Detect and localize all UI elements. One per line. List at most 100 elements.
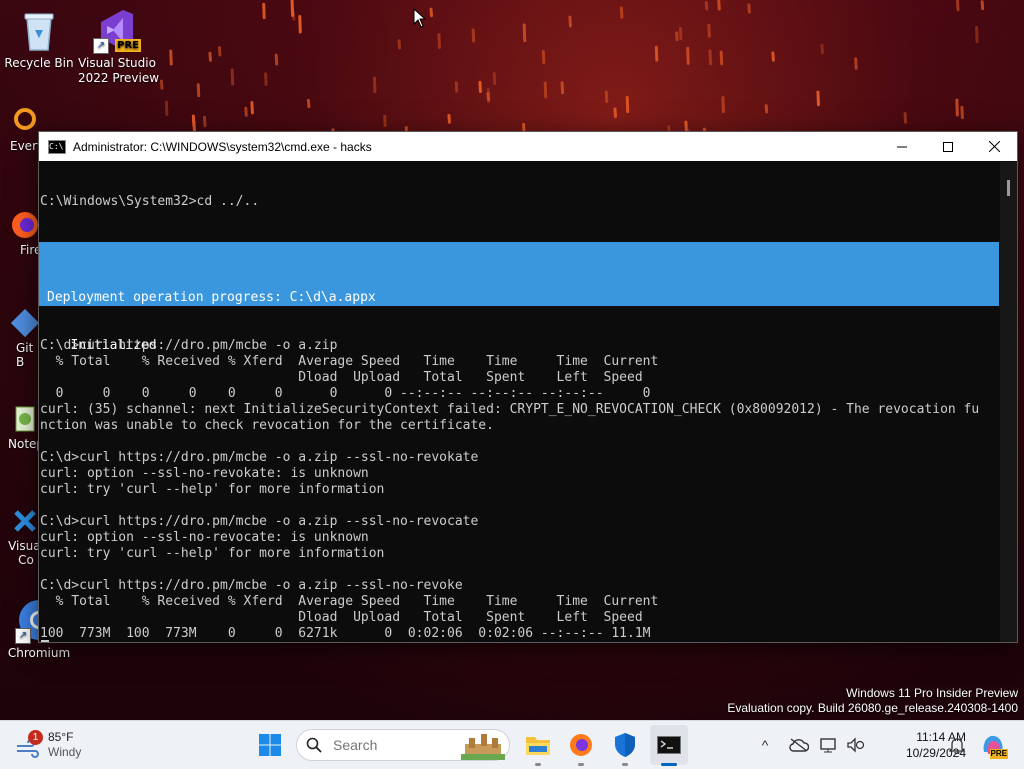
- console-line: C:\d>curl https://dro.pm/mcbe -o a.zip -…: [40, 514, 479, 529]
- folder-icon: [526, 737, 550, 755]
- spark: [719, 50, 724, 66]
- weather-widget[interactable]: 1 85°F Windy: [12, 721, 92, 769]
- search-highlight-castle-icon: [461, 734, 505, 760]
- spark: [262, 2, 266, 20]
- console-output[interactable]: C:\Windows\System32>cd ../.. Deployment …: [39, 162, 999, 642]
- windows-security-button[interactable]: [607, 721, 643, 769]
- spark: [298, 15, 302, 34]
- weather-temp: 85°F: [48, 730, 74, 744]
- spark: [437, 33, 441, 49]
- windows-logo-icon: [259, 734, 281, 756]
- volume-tray-button[interactable]: [842, 721, 868, 769]
- spark: [678, 26, 683, 41]
- firefox-icon: [570, 734, 592, 756]
- console-line: 0 0 0 0 0 0 0 0 --:--:-- --:--:-- --:--:…: [40, 386, 651, 401]
- console-line: nction was unable to check revocation fo…: [40, 418, 494, 433]
- spark: [478, 80, 482, 94]
- spark: [820, 43, 824, 55]
- copilot-icon: PRE: [980, 732, 1008, 759]
- spark: [560, 81, 565, 95]
- console-scrollbar[interactable]: [1000, 162, 1017, 642]
- notepad-shortcut[interactable]: Notep: [0, 404, 45, 451]
- window-title: Administrator: C:\WINDOWS\system32\cmd.e…: [73, 139, 372, 154]
- running-indicator: [535, 763, 541, 766]
- text-cursor: [41, 640, 49, 642]
- spark: [492, 72, 497, 86]
- spark: [208, 51, 212, 62]
- spark: [486, 87, 491, 103]
- spark: [159, 79, 164, 90]
- console-line: % Total % Received % Xferd Average Speed…: [40, 354, 659, 369]
- minimize-button[interactable]: [879, 132, 925, 161]
- spark: [686, 46, 690, 65]
- network-icon: [820, 738, 836, 753]
- git-icon: [10, 308, 40, 338]
- spark: [191, 114, 196, 128]
- console-line: C:\d>curl https://dro.pm/mcbe -o a.zip -…: [40, 578, 463, 593]
- git-bash-shortcut[interactable]: Git B: [0, 308, 40, 369]
- spark: [771, 51, 775, 62]
- console-line: curl: option --ssl-no-revokate: is unkno…: [40, 466, 369, 481]
- spark: [250, 101, 254, 115]
- onedrive-tray-button[interactable]: [786, 721, 812, 769]
- scrollbar-thumb[interactable]: [1007, 180, 1010, 196]
- console-line: curl: (35) schannel: next InitializeSecu…: [40, 402, 980, 417]
- start-button[interactable]: [252, 721, 288, 769]
- spark: [980, 0, 985, 11]
- notepad-label: Notep: [8, 437, 45, 451]
- notifications-button[interactable]: [944, 721, 970, 769]
- spark: [625, 95, 630, 114]
- shield-icon: [615, 733, 635, 757]
- spark: [675, 31, 679, 42]
- speaker-muted-icon: [847, 737, 864, 753]
- visual-studio-icon: PRE ↗: [93, 6, 141, 54]
- spark: [244, 106, 248, 117]
- network-tray-button[interactable]: [816, 721, 842, 769]
- console-line: curl: try 'curl --help' for more informa…: [40, 482, 385, 497]
- search-input[interactable]: [331, 736, 455, 754]
- console-line: curl: option --ssl-no-revocate: is unkno…: [40, 530, 369, 545]
- spark: [164, 100, 169, 116]
- spark: [454, 81, 459, 93]
- taskbar-search[interactable]: [296, 729, 510, 761]
- console-line: curl: try 'curl --help' for more informa…: [40, 546, 385, 561]
- spark: [955, 98, 959, 117]
- title-bar[interactable]: C:\ Administrator: C:\WINDOWS\system32\c…: [39, 132, 1017, 161]
- cmd-app-icon: C:\: [48, 139, 66, 154]
- vscode-shortcut[interactable]: Visual Co: [0, 506, 44, 567]
- spark: [721, 96, 725, 114]
- spark: [708, 49, 713, 66]
- copilot-button[interactable]: PRE: [976, 721, 1010, 769]
- file-explorer-button[interactable]: [520, 721, 556, 769]
- terminal-taskbar-button[interactable]: [650, 725, 688, 766]
- spark: [604, 90, 609, 104]
- everything-shortcut[interactable]: Every: [0, 106, 44, 153]
- bell-icon: [949, 738, 965, 754]
- console-line: C:\Windows\System32>cd ../..: [40, 194, 260, 209]
- chromium-label: Chromium: [7, 646, 71, 660]
- spark: [684, 120, 688, 133]
- search-icon: [306, 737, 322, 753]
- cmd-window[interactable]: C:\ Administrator: C:\WINDOWS\system32\c…: [38, 131, 1018, 643]
- git-bash-label: Git B: [16, 341, 34, 369]
- spark: [522, 23, 527, 43]
- recycle-bin-shortcut[interactable]: Recycle Bin: [0, 6, 78, 71]
- spark: [372, 76, 377, 94]
- spark: [196, 83, 201, 98]
- console-line: % Total % Received % Xferd Average Speed…: [40, 594, 659, 609]
- chevron-up-icon: ^: [761, 737, 769, 753]
- spark: [747, 3, 751, 14]
- close-button[interactable]: [971, 132, 1017, 161]
- wind-icon: 1: [12, 730, 43, 760]
- firefox-taskbar-button[interactable]: [563, 721, 599, 769]
- spark: [704, 1, 709, 11]
- notepad-plus-icon: [15, 406, 35, 432]
- show-hidden-icons-button[interactable]: ^: [752, 721, 778, 769]
- shortcut-arrow-icon: ↗: [93, 38, 109, 54]
- firefox-shortcut[interactable]: Fire: [0, 210, 41, 257]
- maximize-icon: [943, 141, 953, 152]
- console-line: C:\d>curl https://dro.pm/mcbe -o a.zip: [40, 338, 338, 353]
- visual-studio-shortcut[interactable]: PRE ↗ Visual Studio 2022 Preview: [78, 6, 159, 86]
- maximize-button[interactable]: [925, 132, 971, 161]
